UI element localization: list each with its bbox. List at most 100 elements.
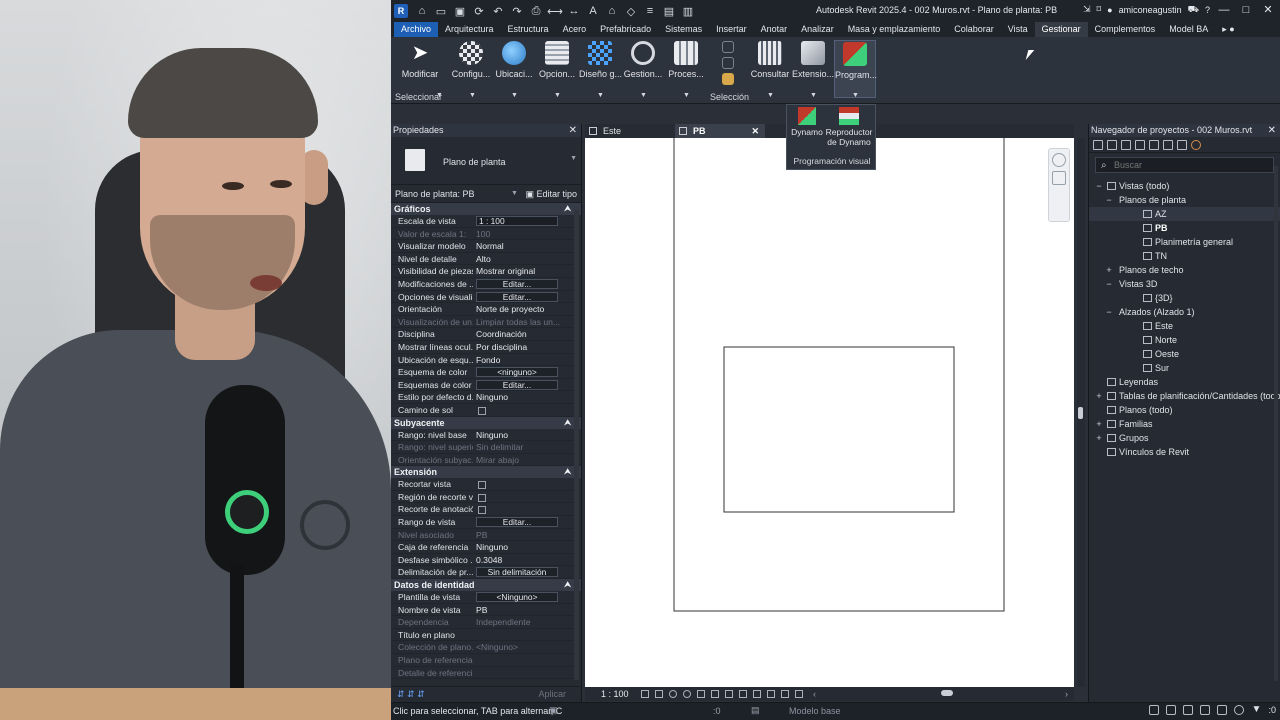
property-value-text[interactable]: Norte de proyecto [476,304,544,314]
drag-elements-icon[interactable] [1217,705,1228,715]
property-value-text[interactable]: Alto [476,254,491,264]
visual-programming-button[interactable]: Program... [834,40,877,98]
property-value-text[interactable]: PB [476,605,487,615]
visual-style-icon[interactable] [655,690,663,698]
options-button[interactable]: Opcion... [536,40,578,98]
menu-tab[interactable]: Complementos [1088,22,1163,37]
property-section[interactable]: Extensión ⮝ [391,466,581,479]
property-edit-button[interactable]: Editar... [476,291,558,302]
section-icon[interactable]: ◇ [622,2,640,20]
menu-tab[interactable]: Prefabricado [593,22,658,37]
close-icon[interactable]: ✕ [1260,3,1276,16]
property-value[interactable]: Editar... [473,379,568,391]
property-value[interactable]: Ninguno [473,429,568,441]
switch-windows-icon[interactable]: ▥ [679,2,697,20]
property-checkbox[interactable] [478,406,486,415]
browser-tree-item[interactable]: Planimetría general [1089,235,1280,249]
canvas-vertical-scroll-thumb[interactable] [1078,407,1083,419]
3d-view-icon[interactable]: ⌂ [603,2,621,20]
help-icon[interactable]: ? [1205,5,1210,15]
reveal-hidden-icon[interactable] [753,690,761,698]
shadows-icon[interactable] [683,690,691,698]
browser-tree-item[interactable]: {3D} [1089,291,1280,305]
close-hidden-icon[interactable]: ▤ [660,2,678,20]
thin-lines-icon[interactable]: ≡ [641,2,659,20]
measure-icon[interactable]: ⟷ [546,2,564,20]
view-scale[interactable]: 1 : 100 [585,689,641,699]
view-tab[interactable]: Este [585,124,675,138]
redo-icon[interactable]: ↷ [508,2,526,20]
browser-tree-item[interactable]: + Grupos [1089,431,1280,445]
menu-tab[interactable]: Acero [556,22,594,37]
family-icon[interactable] [1163,139,1173,150]
extensions-button[interactable]: Extensio... [792,40,834,98]
collapse-icon[interactable]: − [1105,193,1113,207]
property-value[interactable] [473,629,568,641]
property-value[interactable]: Alto [473,253,568,265]
menu-tab[interactable]: Archivo [394,22,439,37]
menu-tab[interactable]: Model BA [1162,22,1215,37]
link-icon[interactable] [1191,139,1201,150]
apply-button[interactable]: Aplicar [538,689,566,699]
property-value[interactable]: Norte de proyecto [473,303,568,315]
canvas-horizontal-scroll-thumb[interactable] [941,690,953,696]
property-value[interactable]: Coordinación [473,328,568,340]
property-value[interactable]: <ninguno> [473,366,568,378]
property-value[interactable]: <Ninguno> [473,591,568,603]
close-icon[interactable]: ✕ [569,124,577,137]
property-section[interactable]: Subyacente ⮝ [391,416,581,429]
browser-tree-item[interactable]: Norte [1089,333,1280,347]
property-value-text[interactable]: Por disciplina [476,342,527,352]
property-value[interactable]: Editar... [473,278,568,290]
edit-type-button[interactable]: ▣ Editar tipo [525,185,577,203]
browser-tree-item[interactable]: AZ [1089,207,1280,221]
menu-tab[interactable]: Analizar [794,22,841,37]
active-workset[interactable]: Modelo base [789,706,841,716]
collapse-icon[interactable]: ⮝ [564,466,571,478]
user-name[interactable]: amiconeagustin [1119,5,1182,15]
dynamo-player-button[interactable]: Reproductor de Dynamo [823,107,875,147]
browser-tree-item[interactable]: − Vistas (todo) [1089,179,1280,193]
property-value[interactable]: Editar... [473,291,568,303]
revit-logo[interactable]: R [394,4,408,18]
property-checkbox[interactable] [478,493,486,502]
user-icon[interactable]: ● [1107,5,1112,15]
search-help-icon[interactable]: ⇲ [1083,4,1091,15]
property-value[interactable] [473,404,568,416]
expand-icon[interactable]: + [1095,431,1103,445]
sheet-icon[interactable] [1135,139,1145,150]
scroll-left-icon[interactable]: ‹ [813,689,816,699]
menu-tab[interactable]: Estructura [501,22,556,37]
maximize-icon[interactable]: □ [1238,4,1254,16]
analytical-model-icon[interactable] [795,690,803,698]
drawing-area[interactable] [585,138,1074,687]
property-value[interactable]: Ninguno [473,391,568,403]
select-links-icon[interactable] [1149,705,1160,715]
group-icon[interactable] [1177,139,1187,150]
property-value[interactable]: Editar... [473,516,568,528]
more-tabs-icon[interactable]: ▸ ● [1215,22,1241,37]
select-pinned-icon[interactable] [1183,705,1194,715]
location-button[interactable]: Ubicaci... [493,40,535,98]
property-value-text[interactable]: Ninguno [476,542,508,552]
close-icon[interactable]: ✕ [751,124,759,138]
links-dropdown-icon[interactable]: ▼ [640,92,647,99]
property-value[interactable]: 0.3048 [473,554,568,566]
collapse-icon[interactable]: ⮝ [564,203,571,215]
property-edit-button[interactable]: Editar... [476,517,558,528]
property-value[interactable] [473,478,568,490]
inquiry-button[interactable]: Consultar [749,40,791,98]
extensions-dropdown-icon[interactable]: ▼ [810,92,817,99]
menu-tab[interactable]: Insertar [709,22,754,37]
collapse-all-icon[interactable] [1121,139,1131,150]
print-icon[interactable]: ⎙ [527,2,545,20]
collapse-icon[interactable]: − [1105,277,1113,291]
inquiry-dropdown-icon[interactable]: ▼ [767,92,774,99]
property-checkbox[interactable] [478,481,486,490]
property-value-text[interactable]: Ninguno [476,430,508,440]
browser-tree-item[interactable]: Vínculos de Revit [1089,445,1280,459]
browser-tree-item[interactable]: + Tablas de planificación/Cantidades (tod… [1089,389,1280,403]
expand-icon[interactable]: + [1105,263,1113,277]
view-tab[interactable]: PB ✕ [675,124,765,138]
show-crop-icon[interactable] [711,690,719,698]
